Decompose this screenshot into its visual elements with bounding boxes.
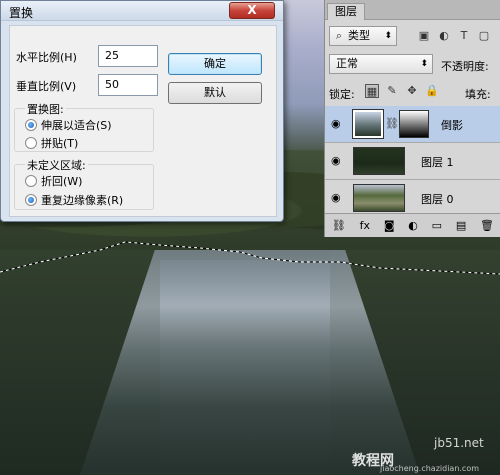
close-button[interactable]: X [229,2,275,19]
filter-kind-select[interactable]: ⌕ 类型 ⬍ [329,26,397,46]
visibility-eye-icon[interactable]: ◉ [331,117,345,130]
horizontal-scale-input[interactable]: 25 [98,45,158,67]
lock-transparent-pixels-icon[interactable]: ▦ [365,84,379,98]
type-filter-icon[interactable]: T [457,29,471,43]
lock-image-pixels-icon[interactable]: ✎ [385,84,399,98]
radio-label: 折回(W) [41,175,83,188]
radio-unselected-icon[interactable] [25,175,37,187]
layers-panel: 图层 ⌕ 类型 ⬍ ▣ ◐ T ▢ 正常 ⬍ 不透明度: 锁定: ▦ ✎ ✥ 🔒… [324,0,500,237]
layer-mask-thumbnail[interactable] [399,110,429,138]
radio-label: 重复边缘像素(R) [41,194,124,207]
radio-selected-icon[interactable] [25,194,37,206]
pixel-filter-icon[interactable]: ▣ [417,29,431,43]
layer-thumbnail[interactable] [353,184,405,212]
chain-link-icon[interactable]: ⛓ [385,117,399,131]
lock-position-icon[interactable]: ✥ [405,84,419,98]
fill-label: 填充: [465,88,491,101]
visibility-eye-icon[interactable]: ◉ [331,154,345,167]
radio-unselected-icon[interactable] [25,137,37,149]
panel-tab-bar: 图层 [325,0,500,20]
tab-layers[interactable]: 图层 [327,3,365,20]
lock-all-icon[interactable]: 🔒 [425,84,439,98]
displace-dialog: 置换 X 水平比例(H) 25 垂直比例(V) 50 确定 默认 置换图: 伸展… [0,0,284,222]
ok-button[interactable]: 确定 [168,53,262,75]
close-icon: X [247,3,257,17]
layer-row-layer-0[interactable]: ◉ 图层 0 [325,180,500,217]
layer-name[interactable]: 图层 0 [421,191,454,207]
adjustment-layer-icon[interactable]: ◐ [408,219,418,232]
radio-stretch-to-fit[interactable]: 伸展以适合(S) [25,117,112,133]
watermark-site: jb51.net [434,436,484,450]
radio-label: 伸展以适合(S) [41,119,112,132]
shape-filter-icon[interactable]: ▢ [477,29,491,43]
new-group-folder-icon[interactable]: ▭ [432,219,442,232]
new-layer-icon[interactable]: ▤ [456,219,466,232]
undefined-areas-group: 未定义区域: 折回(W) 重复边缘像素(R) [14,157,154,210]
dialog-title: 置换 [9,6,34,20]
search-icon: ⌕ [335,29,343,42]
displacement-map-title: 置换图: [25,101,66,117]
panel-bottom-toolbar: ⛓ fx ◙ ◐ ▭ ▤ 🗑 [325,213,500,237]
radio-wrap-around[interactable]: 折回(W) [25,173,82,189]
layer-style-fx-icon[interactable]: fx [360,219,370,232]
opacity-label: 不透明度: [441,60,489,73]
horizontal-scale-label: 水平比例(H) [16,51,77,64]
chevron-down-icon: ⬍ [384,31,392,41]
link-layers-icon[interactable]: ⛓ [332,219,346,232]
watermark-url: jiaocheng.chazidian.com [380,464,480,473]
displacement-map-group: 置换图: 伸展以适合(S) 拼贴(T) [14,101,154,152]
blend-mode-select[interactable]: 正常 ⬍ [329,54,433,74]
chevron-down-icon: ⬍ [420,59,428,69]
blend-mode-value: 正常 [336,57,358,70]
layer-thumbnail[interactable] [352,109,384,139]
layer-name[interactable]: 倒影 [441,117,463,133]
lock-label: 锁定: [329,88,355,101]
layer-row-layer-1[interactable]: ◉ 图层 1 [325,143,500,180]
vertical-scale-label: 垂直比例(V) [16,80,77,93]
layer-row-reflection[interactable]: ◉ ⛓ 倒影 [325,106,500,143]
layer-thumbnail[interactable] [353,147,405,175]
vertical-scale-input[interactable]: 50 [98,74,158,96]
adjustment-filter-icon[interactable]: ◐ [437,29,451,43]
dialog-body: 水平比例(H) 25 垂直比例(V) 50 确定 默认 置换图: 伸展以适合(S… [9,25,277,217]
default-button[interactable]: 默认 [168,82,262,104]
visibility-eye-icon[interactable]: ◉ [331,191,345,204]
dialog-titlebar[interactable]: 置换 X [1,1,283,21]
radio-label: 拼贴(T) [41,137,79,150]
filter-kind-value: 类型 [348,29,370,42]
radio-selected-icon[interactable] [25,119,37,131]
radio-repeat-edge-pixels[interactable]: 重复边缘像素(R) [25,192,123,208]
undefined-areas-title: 未定义区域: [25,157,88,173]
radio-tile[interactable]: 拼贴(T) [25,135,78,151]
layer-name[interactable]: 图层 1 [421,154,454,170]
trash-icon[interactable]: 🗑 [480,219,494,232]
add-mask-icon[interactable]: ◙ [384,219,395,232]
